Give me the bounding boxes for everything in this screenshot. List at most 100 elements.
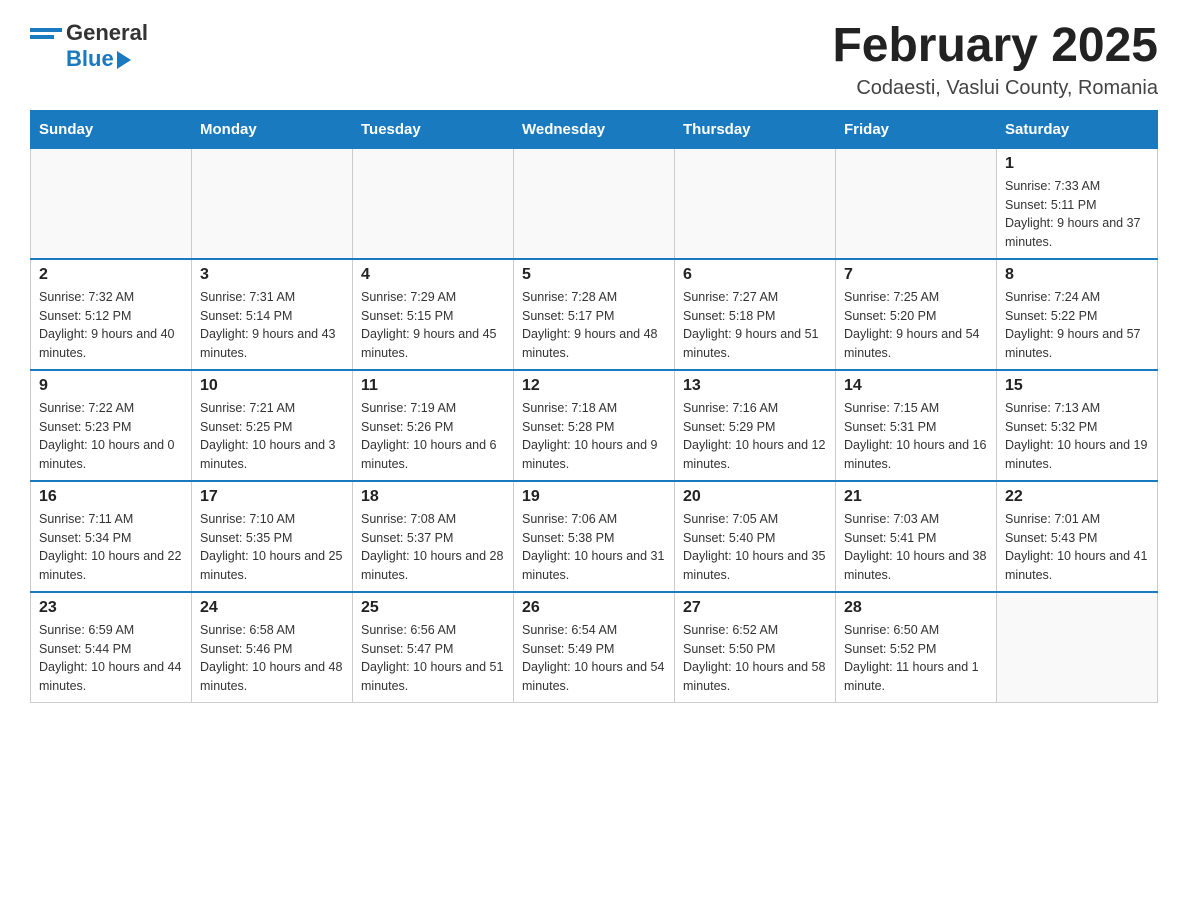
table-row: 26 Sunrise: 6:54 AMSunset: 5:49 PMDayligh… (514, 592, 675, 703)
header-wednesday: Wednesday (514, 110, 675, 148)
logo-arrow-icon (117, 51, 131, 69)
day-number: 9 (39, 377, 183, 395)
day-info: Sunrise: 7:22 AMSunset: 5:23 PMDaylight:… (39, 399, 183, 474)
calendar-table: Sunday Monday Tuesday Wednesday Thursday… (30, 110, 1158, 703)
table-row (997, 592, 1158, 703)
day-number: 2 (39, 266, 183, 284)
day-number: 20 (683, 488, 827, 506)
day-number: 15 (1005, 377, 1149, 395)
month-title: February 2025 (832, 20, 1158, 73)
day-number: 8 (1005, 266, 1149, 284)
table-row (836, 148, 997, 259)
table-row: 22 Sunrise: 7:01 AMSunset: 5:43 PMDayligh… (997, 481, 1158, 592)
day-number: 13 (683, 377, 827, 395)
table-row: 23 Sunrise: 6:59 AMSunset: 5:44 PMDayligh… (31, 592, 192, 703)
day-info: Sunrise: 7:27 AMSunset: 5:18 PMDaylight:… (683, 288, 827, 363)
day-number: 6 (683, 266, 827, 284)
day-info: Sunrise: 6:59 AMSunset: 5:44 PMDaylight:… (39, 621, 183, 696)
calendar-week-row: 16 Sunrise: 7:11 AMSunset: 5:34 PMDayligh… (31, 481, 1158, 592)
day-info: Sunrise: 7:10 AMSunset: 5:35 PMDaylight:… (200, 510, 344, 585)
table-row: 4 Sunrise: 7:29 AMSunset: 5:15 PMDaylight… (353, 259, 514, 370)
day-number: 1 (1005, 155, 1149, 173)
day-info: Sunrise: 7:32 AMSunset: 5:12 PMDaylight:… (39, 288, 183, 363)
day-info: Sunrise: 7:05 AMSunset: 5:40 PMDaylight:… (683, 510, 827, 585)
table-row (31, 148, 192, 259)
header-sunday: Sunday (31, 110, 192, 148)
day-number: 5 (522, 266, 666, 284)
logo-text-blue: Blue (66, 46, 114, 72)
header-friday: Friday (836, 110, 997, 148)
table-row (353, 148, 514, 259)
table-row: 18Sunrise: 7:08 AMSunset: 5:37 PMDayligh… (353, 481, 514, 592)
table-row (675, 148, 836, 259)
header-monday: Monday (192, 110, 353, 148)
table-row: 3 Sunrise: 7:31 AMSunset: 5:14 PMDaylight… (192, 259, 353, 370)
page-header: General Blue February 2025 Codaesti, Vas… (30, 20, 1158, 100)
logo-icon (30, 28, 62, 39)
day-info: Sunrise: 7:11 AMSunset: 5:34 PMDaylight:… (39, 510, 183, 585)
day-number: 19 (522, 488, 666, 506)
day-number: 28 (844, 599, 988, 617)
table-row: 5Sunrise: 7:28 AMSunset: 5:17 PMDaylight… (514, 259, 675, 370)
day-info: Sunrise: 7:06 AMSunset: 5:38 PMDaylight:… (522, 510, 666, 585)
day-number: 11 (361, 377, 505, 395)
weekday-header-row: Sunday Monday Tuesday Wednesday Thursday… (31, 110, 1158, 148)
day-number: 25 (361, 599, 505, 617)
header-thursday: Thursday (675, 110, 836, 148)
day-info: Sunrise: 6:56 AMSunset: 5:47 PMDaylight:… (361, 621, 505, 696)
day-info: Sunrise: 6:58 AMSunset: 5:46 PMDaylight:… (200, 621, 344, 696)
day-info: Sunrise: 7:16 AMSunset: 5:29 PMDaylight:… (683, 399, 827, 474)
day-info: Sunrise: 7:33 AMSunset: 5:11 PMDaylight:… (1005, 177, 1149, 252)
table-row: 10 Sunrise: 7:21 AMSunset: 5:25 PMDayligh… (192, 370, 353, 481)
day-info: Sunrise: 7:19 AMSunset: 5:26 PMDaylight:… (361, 399, 505, 474)
day-info: Sunrise: 7:08 AMSunset: 5:37 PMDaylight:… (361, 510, 505, 585)
table-row (514, 148, 675, 259)
header-saturday: Saturday (997, 110, 1158, 148)
table-row: 28 Sunrise: 6:50 AMSunset: 5:52 PMDayligh… (836, 592, 997, 703)
table-row: 11 Sunrise: 7:19 AMSunset: 5:26 PMDayligh… (353, 370, 514, 481)
day-info: Sunrise: 6:50 AMSunset: 5:52 PMDaylight:… (844, 621, 988, 696)
day-info: Sunrise: 6:52 AMSunset: 5:50 PMDaylight:… (683, 621, 827, 696)
day-number: 14 (844, 377, 988, 395)
day-info: Sunrise: 7:21 AMSunset: 5:25 PMDaylight:… (200, 399, 344, 474)
day-info: Sunrise: 7:31 AMSunset: 5:14 PMDaylight:… (200, 288, 344, 363)
day-number: 22 (1005, 488, 1149, 506)
logo: General Blue (30, 20, 148, 72)
calendar-week-row: 23 Sunrise: 6:59 AMSunset: 5:44 PMDayligh… (31, 592, 1158, 703)
table-row: 6 Sunrise: 7:27 AMSunset: 5:18 PMDaylight… (675, 259, 836, 370)
table-row: 19 Sunrise: 7:06 AMSunset: 5:38 PMDayligh… (514, 481, 675, 592)
day-info: Sunrise: 7:15 AMSunset: 5:31 PMDaylight:… (844, 399, 988, 474)
table-row: 14 Sunrise: 7:15 AMSunset: 5:31 PMDayligh… (836, 370, 997, 481)
day-number: 7 (844, 266, 988, 284)
day-number: 12 (522, 377, 666, 395)
day-number: 26 (522, 599, 666, 617)
day-info: Sunrise: 7:01 AMSunset: 5:43 PMDaylight:… (1005, 510, 1149, 585)
calendar-week-row: 9 Sunrise: 7:22 AMSunset: 5:23 PMDaylight… (31, 370, 1158, 481)
title-area: February 2025 Codaesti, Vaslui County, R… (832, 20, 1158, 100)
table-row: 8Sunrise: 7:24 AMSunset: 5:22 PMDaylight… (997, 259, 1158, 370)
day-number: 16 (39, 488, 183, 506)
table-row (192, 148, 353, 259)
day-info: Sunrise: 6:54 AMSunset: 5:49 PMDaylight:… (522, 621, 666, 696)
day-number: 4 (361, 266, 505, 284)
day-number: 23 (39, 599, 183, 617)
day-number: 10 (200, 377, 344, 395)
table-row: 13 Sunrise: 7:16 AMSunset: 5:29 PMDayligh… (675, 370, 836, 481)
day-number: 3 (200, 266, 344, 284)
table-row: 9 Sunrise: 7:22 AMSunset: 5:23 PMDaylight… (31, 370, 192, 481)
day-number: 27 (683, 599, 827, 617)
table-row: 25 Sunrise: 6:56 AMSunset: 5:47 PMDayligh… (353, 592, 514, 703)
table-row: 24Sunrise: 6:58 AMSunset: 5:46 PMDayligh… (192, 592, 353, 703)
day-number: 17 (200, 488, 344, 506)
day-info: Sunrise: 7:25 AMSunset: 5:20 PMDaylight:… (844, 288, 988, 363)
calendar-week-row: 1 Sunrise: 7:33 AMSunset: 5:11 PMDaylight… (31, 148, 1158, 259)
table-row: 21Sunrise: 7:03 AMSunset: 5:41 PMDayligh… (836, 481, 997, 592)
day-info: Sunrise: 7:03 AMSunset: 5:41 PMDaylight:… (844, 510, 988, 585)
day-info: Sunrise: 7:29 AMSunset: 5:15 PMDaylight:… (361, 288, 505, 363)
header-tuesday: Tuesday (353, 110, 514, 148)
table-row: 1 Sunrise: 7:33 AMSunset: 5:11 PMDaylight… (997, 148, 1158, 259)
table-row: 16 Sunrise: 7:11 AMSunset: 5:34 PMDayligh… (31, 481, 192, 592)
day-info: Sunrise: 7:18 AMSunset: 5:28 PMDaylight:… (522, 399, 666, 474)
table-row: 7 Sunrise: 7:25 AMSunset: 5:20 PMDaylight… (836, 259, 997, 370)
table-row: 12 Sunrise: 7:18 AMSunset: 5:28 PMDayligh… (514, 370, 675, 481)
